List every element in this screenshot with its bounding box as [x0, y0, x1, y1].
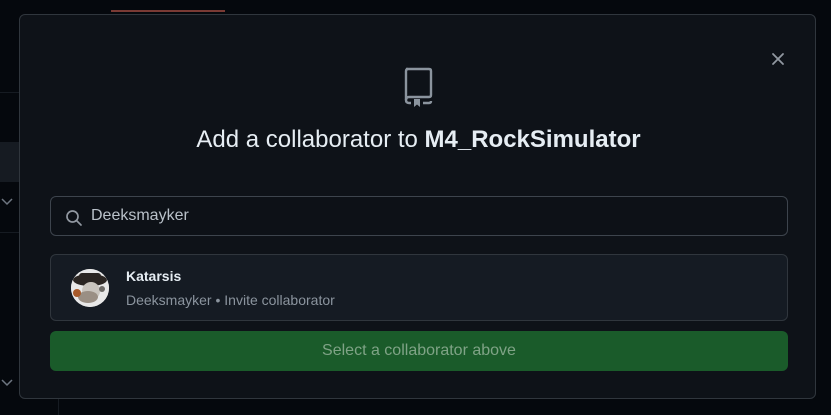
- avatar: [71, 269, 109, 307]
- add-collaborator-dialog: Add a collaborator to M4_RockSimulator D…: [19, 14, 816, 399]
- repo-icon: [400, 65, 436, 107]
- background-divider: [58, 399, 59, 415]
- collaborator-name: Katarsis: [126, 268, 182, 284]
- search-icon: [66, 210, 82, 226]
- collaborator-result-item[interactable]: Katarsis Deeksmayker • Invite collaborat…: [50, 254, 788, 321]
- select-collaborator-button[interactable]: Select a collaborator above: [50, 331, 788, 371]
- invite-action-label: Invite collaborator: [224, 292, 335, 308]
- close-button[interactable]: [768, 49, 788, 69]
- repo-name: M4_RockSimulator: [424, 126, 641, 153]
- collaborator-username: Deeksmayker: [126, 292, 212, 308]
- collaborator-subtitle: Deeksmayker • Invite collaborator: [126, 292, 335, 308]
- separator-dot: •: [211, 292, 225, 308]
- chevron-down-icon: [0, 375, 14, 392]
- dialog-title: Add a collaborator to M4_RockSimulator: [20, 126, 817, 154]
- title-prefix: Add a collaborator to: [196, 126, 425, 153]
- background-divider: [0, 232, 19, 233]
- background-divider: [0, 92, 19, 93]
- active-tab-indicator: [111, 10, 225, 12]
- x-icon: [772, 53, 784, 65]
- chevron-down-icon: [0, 194, 14, 211]
- search-value: Deeksmayker: [91, 207, 189, 224]
- collaborator-search-input[interactable]: Deeksmayker: [50, 196, 788, 236]
- background-divider: [0, 142, 19, 182]
